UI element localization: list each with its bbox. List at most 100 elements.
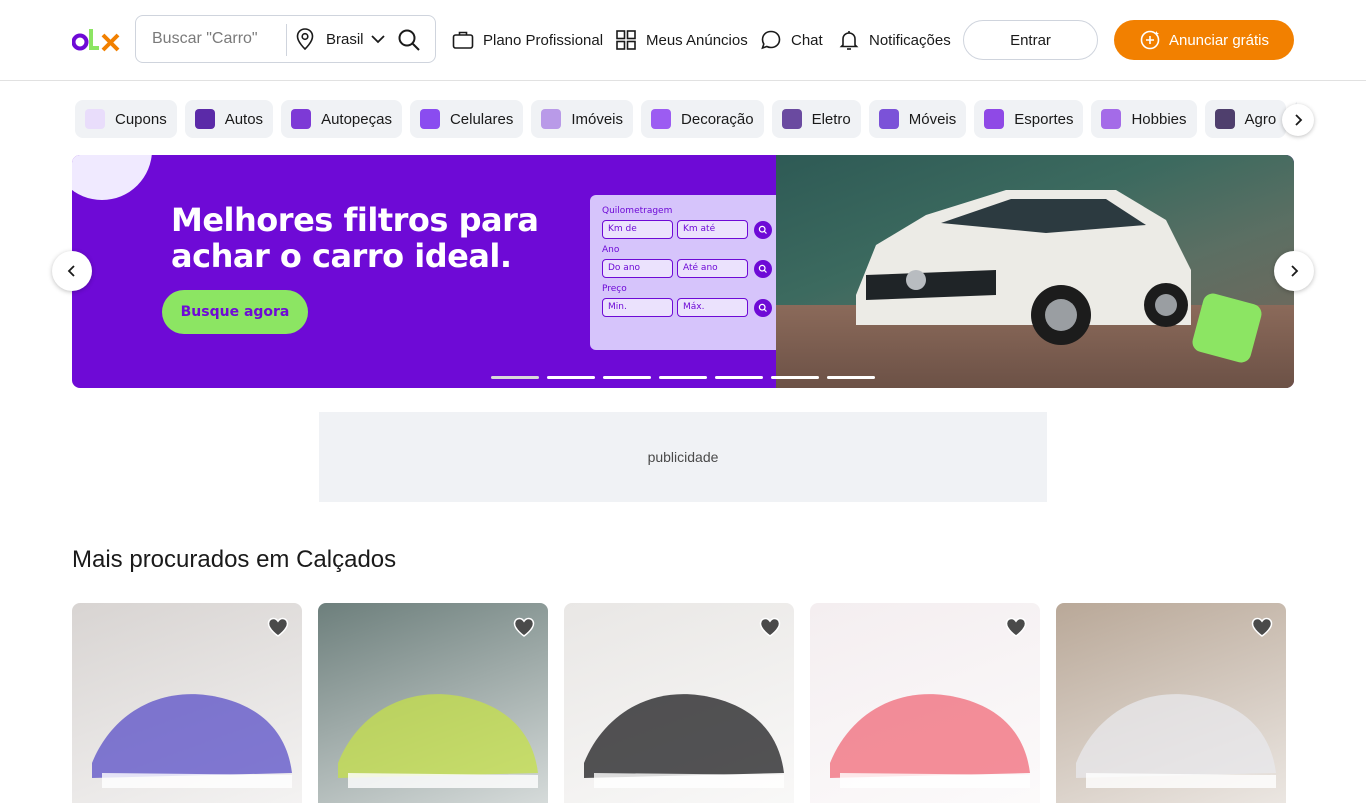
category-icon (984, 109, 1005, 129)
filter-year-row: Do ano Até ano (602, 259, 777, 278)
category-chip[interactable]: Eletro (771, 100, 861, 138)
banner-prev-button[interactable] (52, 251, 92, 291)
post-ad-label: Anunciar grátis (1168, 31, 1270, 49)
category-icon (194, 109, 215, 129)
banner-dot[interactable] (715, 376, 763, 379)
category-icon (1101, 109, 1122, 129)
search-divider (286, 24, 287, 56)
filter-km-row: Km de Km até (602, 220, 777, 239)
category-chip[interactable]: Agro (1204, 100, 1287, 138)
nav-chat[interactable]: Chat (759, 20, 823, 60)
filter-year-label: Ano (602, 245, 620, 255)
banner-dot[interactable] (771, 376, 819, 379)
category-icon (878, 109, 899, 129)
category-icon (781, 109, 802, 129)
grid-icon (616, 30, 636, 50)
search-icon[interactable] (396, 27, 422, 53)
suv-car-image (856, 190, 1191, 345)
filter-price-search-icon (754, 298, 772, 317)
category-chip[interactable]: Móveis (868, 100, 967, 138)
ad-placeholder: publicidade (319, 412, 1047, 502)
filter-km-label: Quilometragem (602, 206, 673, 216)
product-card-list (72, 603, 1286, 803)
search-input[interactable] (136, 16, 286, 62)
nav-chat-label: Chat (791, 31, 823, 49)
chevron-down-icon (370, 35, 385, 44)
bell-icon (839, 31, 859, 50)
banner-headline: Melhores filtros para achar o carro idea… (171, 201, 539, 275)
nav-plano-profissional[interactable]: Plano Profissional (451, 20, 603, 60)
nav-notificacoes[interactable]: Notificações (837, 20, 951, 60)
banner-dot[interactable] (603, 376, 651, 379)
category-label: Imóveis (571, 110, 624, 128)
category-chip[interactable]: Cupons (75, 100, 177, 138)
chevron-left-icon (67, 265, 75, 277)
banner-dot[interactable] (659, 376, 707, 379)
category-chip[interactable]: Hobbies (1091, 100, 1197, 138)
location-selector[interactable]: Brasil (294, 16, 386, 62)
category-label: Esportes (1014, 110, 1074, 128)
filter-year-search-icon (754, 259, 772, 278)
category-chip[interactable]: Imóveis (531, 100, 634, 138)
category-chip[interactable]: Autopeças (281, 100, 402, 138)
banner-next-button[interactable] (1274, 251, 1314, 291)
category-chip[interactable]: Decoração (641, 100, 764, 138)
banner-dot[interactable] (491, 376, 539, 379)
banner-cta-button[interactable]: Busque agora (162, 290, 308, 334)
filter-price-row: Min. Máx. (602, 298, 777, 317)
header: Brasil Plano Profissional Meus Anúncios … (0, 0, 1366, 81)
category-icon (541, 109, 562, 129)
category-label: Autopeças (321, 110, 392, 128)
category-icon (85, 109, 105, 129)
product-card[interactable] (810, 603, 1040, 803)
category-icon (291, 109, 312, 129)
filter-km-to: Km até (677, 220, 748, 239)
briefcase-icon (452, 31, 474, 49)
chevron-right-icon (1291, 265, 1299, 277)
banner-pagination (491, 376, 875, 379)
chat-bubble-icon (761, 30, 781, 50)
category-label: Celulares (449, 110, 514, 128)
banner-dot[interactable] (827, 376, 875, 379)
category-label: Eletro (811, 110, 851, 128)
nav-meus-anuncios[interactable]: Meus Anúncios (614, 20, 748, 60)
filter-price-min: Min. (602, 298, 673, 317)
filter-price-label: Preço (602, 284, 627, 294)
ad-label: publicidade (647, 449, 719, 465)
category-icon (1214, 109, 1235, 129)
favorite-heart-icon[interactable] (1004, 615, 1028, 639)
product-card[interactable] (318, 603, 548, 803)
post-ad-button[interactable]: Anunciar grátis (1114, 20, 1294, 60)
hero-banner[interactable]: Melhores filtros para achar o carro idea… (72, 155, 1294, 388)
banner-dot[interactable] (547, 376, 595, 379)
filter-km-search-icon (754, 220, 772, 239)
filter-year-to: Até ano (677, 259, 748, 278)
location-pin-icon (296, 28, 314, 51)
category-label: Hobbies (1131, 110, 1187, 128)
filter-price-max: Máx. (677, 298, 748, 317)
chevron-right-icon (1295, 114, 1303, 126)
product-card[interactable] (564, 603, 794, 803)
category-label: Autos (224, 110, 264, 128)
favorite-heart-icon[interactable] (1250, 615, 1274, 639)
search-box: Brasil (135, 15, 436, 63)
product-card[interactable] (1056, 603, 1286, 803)
category-label: Agro (1244, 110, 1277, 128)
banner-filter-card: Quilometragem Km de Km até Ano Do ano At… (590, 195, 789, 350)
category-list: Cupons Autos Autopeças Celulares Imóveis Deco… (75, 100, 1297, 138)
category-chip[interactable]: Celulares (409, 100, 524, 138)
favorite-heart-icon[interactable] (266, 615, 290, 639)
filter-year-from: Do ano (602, 259, 673, 278)
category-next-button[interactable] (1282, 104, 1314, 136)
product-card[interactable] (72, 603, 302, 803)
nav-plano-label: Plano Profissional (483, 31, 604, 49)
favorite-heart-icon[interactable] (758, 615, 782, 639)
category-icon (651, 109, 672, 129)
login-button[interactable]: Entrar (963, 20, 1098, 60)
olx-logo[interactable] (72, 26, 122, 54)
favorite-heart-icon[interactable] (512, 615, 536, 639)
nav-anuncios-label: Meus Anúncios (646, 31, 748, 49)
category-chip[interactable]: Autos (184, 100, 274, 138)
category-chip[interactable]: Esportes (974, 100, 1084, 138)
category-label: Cupons (115, 110, 167, 128)
